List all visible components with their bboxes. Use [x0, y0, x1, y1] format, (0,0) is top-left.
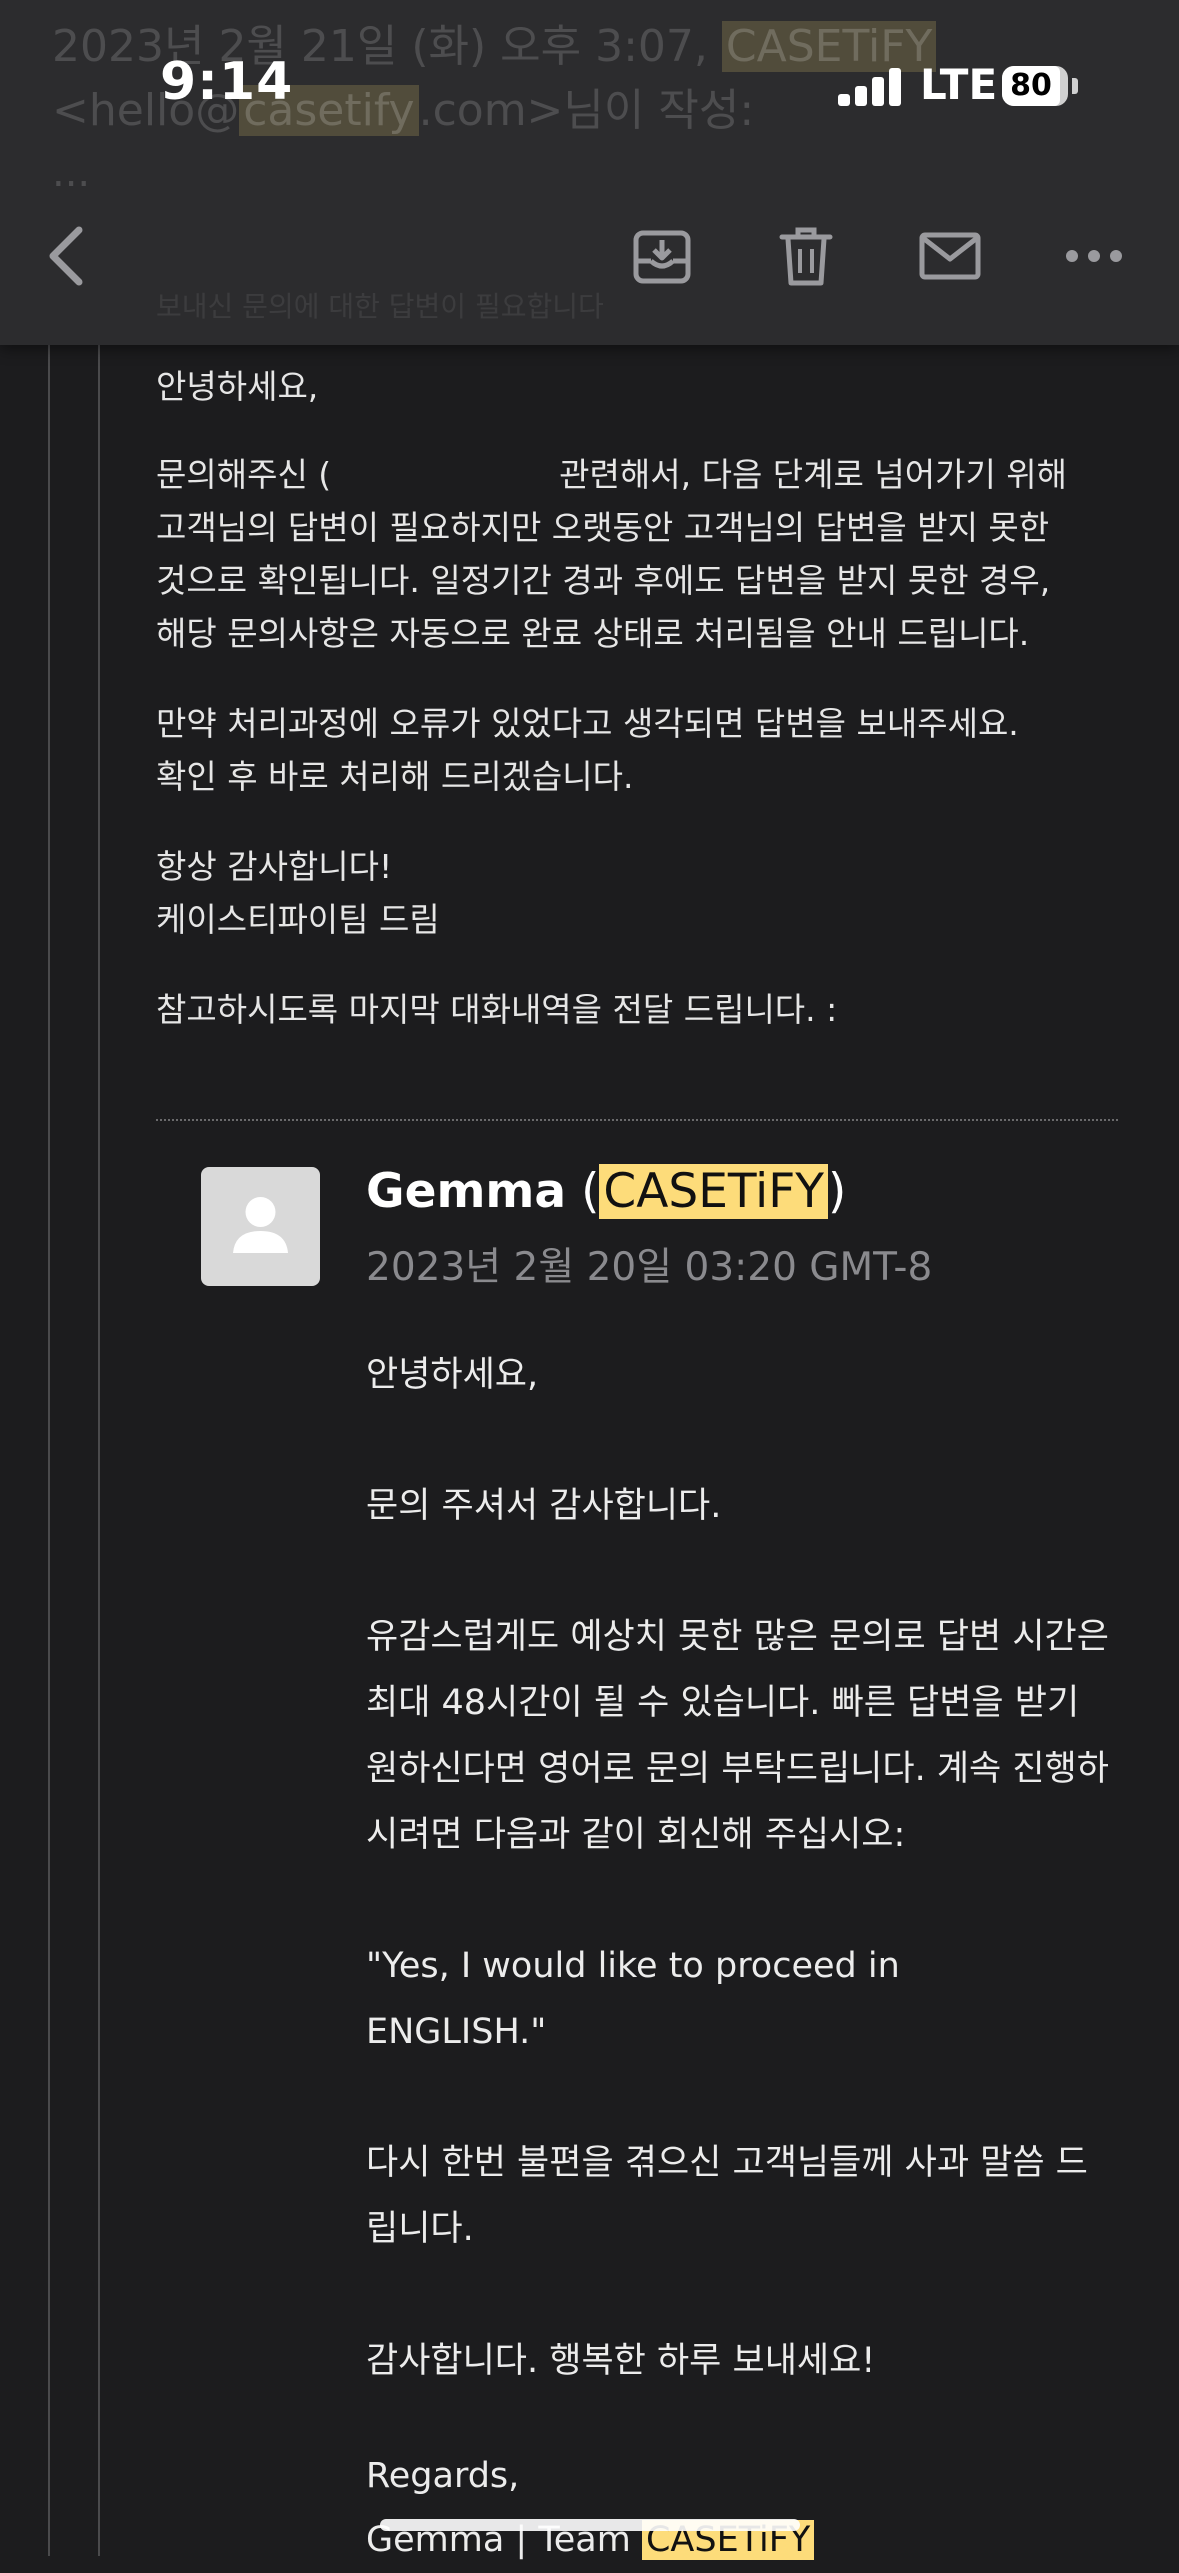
quoted-signoff: 항상 감사합니다! 케이스티파이팀 드림	[156, 847, 440, 939]
archive-tray-icon	[633, 230, 691, 284]
message-thanks: 문의 주셔서 감사합니다.	[366, 1486, 722, 1526]
message-signature: Gemma | Team CASETiFY	[366, 2507, 1126, 2573]
avatar	[201, 1167, 320, 1286]
envelope-icon	[919, 232, 981, 280]
message-greeting: 안녕하세요,	[366, 1355, 539, 1395]
thread-line-outer	[48, 345, 50, 2556]
email-toolbar	[0, 200, 1179, 320]
person-icon	[233, 1197, 288, 1253]
trash-icon	[779, 227, 833, 286]
battery-icon: 80	[1002, 66, 1068, 106]
sender-brand: CASETiFY	[599, 1164, 828, 1219]
home-indicator[interactable]	[380, 2519, 800, 2531]
message-english-quote: "Yes, I would like to proceed in ENGLISH…	[366, 1946, 900, 2052]
sender-name: Gemma (CASETiFY)	[366, 1164, 847, 1219]
message-closing: 감사합니다. 행복한 하루 보내세요!	[366, 2341, 876, 2381]
more-dots-icon	[1066, 250, 1122, 262]
message-apology: 다시 한번 불편을 겪으신 고객님들께 사과 말씀 드 립니다.	[366, 2143, 1088, 2249]
quoted-email-body: 안녕하세요, 문의해주신 (관련해서, 다음 단계로 넘어가기 위해 고객님의 …	[156, 360, 1116, 1036]
mail-button[interactable]	[910, 216, 990, 296]
status-bar: 9:14 LTE 80	[0, 0, 1179, 170]
back-chevron-icon	[49, 226, 83, 286]
history-divider	[156, 1119, 1118, 1121]
archive-button[interactable]	[622, 216, 702, 296]
message-paragraph-1: 유감스럽게도 예상치 못한 많은 문의로 답변 시간은 최대 48시간이 될 수…	[366, 1617, 1109, 1855]
quoted-history-note: 참고하시도록 마지막 대화내역을 전달 드립니다. :	[156, 990, 838, 1029]
quoted-paragraph-1: 문의해주신 (관련해서, 다음 단계로 넘어가기 위해 고객님의 답변이 필요하…	[156, 455, 1068, 653]
quoted-paragraph-2: 만약 처리과정에 오류가 있었다고 생각되면 답변을 보내주세요. 확인 후 바…	[156, 704, 1019, 796]
quoted-greeting: 안녕하세요,	[156, 367, 319, 406]
thread-line-inner	[98, 345, 100, 2556]
message-date: 2023년 2월 20일 03:20 GMT-8	[366, 1245, 933, 1290]
battery-level: 80	[1010, 68, 1052, 103]
top-bar: 2023년 2월 21일 (화) 오후 3:07, CASETiFY <hell…	[0, 0, 1179, 345]
more-button[interactable]	[1054, 216, 1134, 296]
network-type: LTE	[920, 60, 998, 109]
signal-bars-icon	[838, 66, 902, 106]
message-regards: Regards,	[366, 2456, 520, 2496]
status-time: 9:14	[160, 52, 294, 112]
delete-button[interactable]	[766, 216, 846, 296]
back-button[interactable]	[26, 216, 106, 296]
